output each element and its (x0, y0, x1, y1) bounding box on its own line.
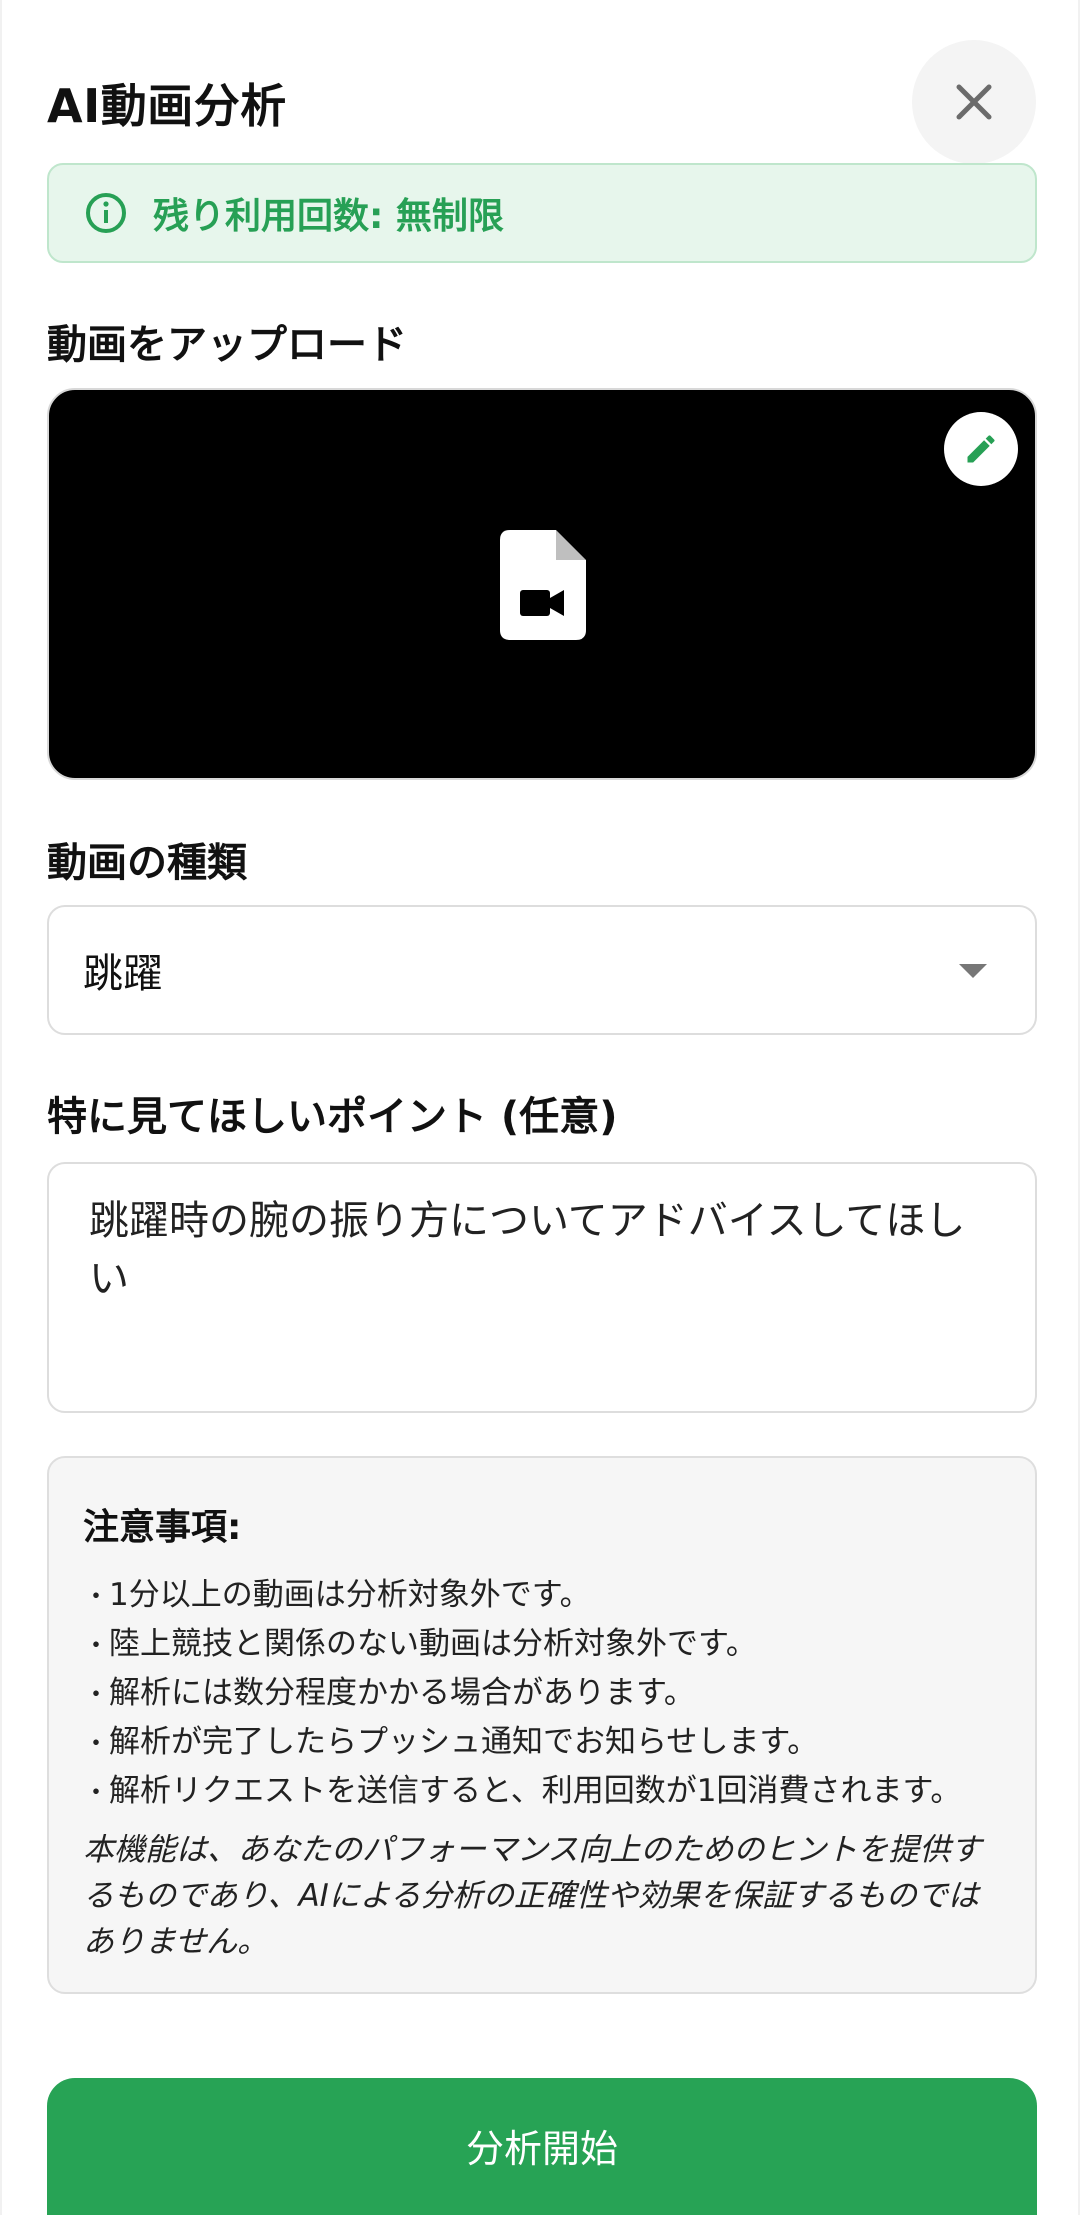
list-item: 解析には数分程度かかる場合があります。 (83, 1670, 1001, 1719)
start-analysis-label: 分析開始 (465, 2127, 618, 2171)
usage-banner: 残り利用回数: 無制限 (47, 163, 1037, 263)
video-file-icon (500, 530, 586, 640)
list-item: 解析が完了したらプッシュ通知でお知らせします。 (83, 1719, 1001, 1768)
pencil-icon (967, 435, 995, 463)
notice-list: 1分以上の動画は分析対象外です。 陸上競技と関係のない動画は分析対象外です。 解… (83, 1572, 1001, 1817)
list-item: 解析リクエストを送信すると、利用回数が1回消費されます。 (83, 1768, 1001, 1817)
video-type-label: 動画の種類 (47, 840, 247, 886)
video-preview[interactable] (47, 388, 1037, 780)
edit-video-button[interactable] (944, 412, 1018, 486)
points-textarea[interactable]: 跳躍時の腕の振り方についてアドバイスしてほしい (47, 1162, 1037, 1413)
start-analysis-button[interactable]: 分析開始 (47, 2078, 1037, 2215)
info-icon (86, 193, 126, 233)
close-button[interactable] (912, 40, 1036, 164)
video-type-value: 跳躍 (83, 951, 163, 997)
analysis-sheet: AI動画分析 残り利用回数: 無制限 動画をアップロード 動画の種類 跳躍 特に… (2, 0, 1078, 2215)
notice-title: 注意事項: (83, 1507, 242, 1548)
list-item: 1分以上の動画は分析対象外です。 (83, 1572, 1001, 1621)
chevron-down-icon (959, 964, 987, 978)
video-type-select[interactable]: 跳躍 (47, 905, 1037, 1035)
points-label: 特に見てほしいポイント (任意) (47, 1094, 618, 1140)
upload-label: 動画をアップロード (47, 322, 407, 368)
list-item: 陸上競技と関係のない動画は分析対象外です。 (83, 1621, 1001, 1670)
notice-box: 注意事項: 1分以上の動画は分析対象外です。 陸上競技と関係のない動画は分析対象… (47, 1456, 1037, 1994)
disclaimer-text: 本機能は、あなたのパフォーマンス向上のためのヒントを提供するものであり、AIによ… (83, 1832, 982, 1960)
close-icon (956, 84, 992, 120)
page-title: AI動画分析 (47, 79, 287, 133)
usage-text: 残り利用回数: 無制限 (153, 196, 504, 237)
